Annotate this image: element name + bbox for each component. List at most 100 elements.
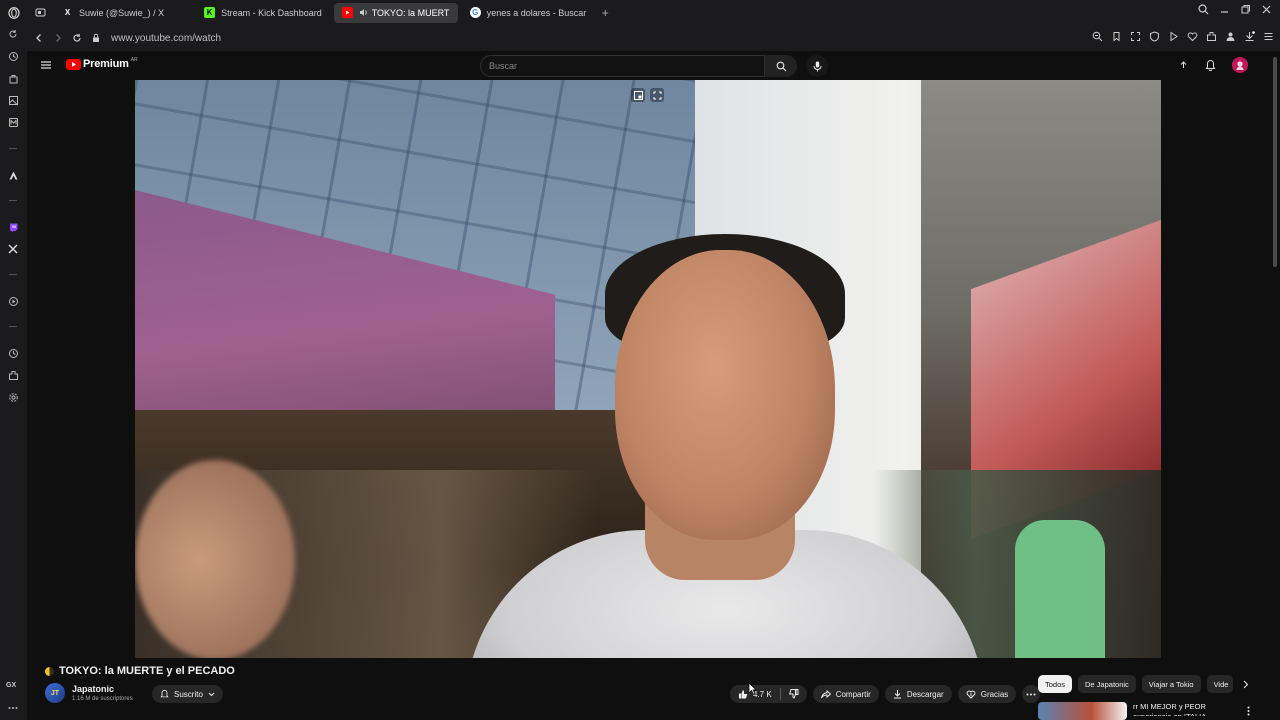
recommended-title[interactable]: rr MI MEJOR y PEOR experiencia en ITALIA bbox=[1133, 702, 1243, 716]
pip-icon[interactable] bbox=[631, 88, 645, 102]
search-input[interactable]: Buscar bbox=[480, 55, 765, 77]
channel-name[interactable]: Japatonic bbox=[72, 684, 133, 694]
chip-todos[interactable]: Todos bbox=[1038, 675, 1073, 693]
header-actions bbox=[1178, 57, 1248, 73]
clock-icon[interactable] bbox=[6, 346, 20, 360]
download-icon[interactable] bbox=[1244, 31, 1255, 42]
url-field[interactable]: www.youtube.com/watch bbox=[111, 33, 221, 44]
moon-emoji-icon bbox=[45, 666, 54, 676]
messenger-icon[interactable] bbox=[6, 115, 20, 129]
upload-icon[interactable] bbox=[1178, 60, 1189, 71]
kick-logo-icon: K bbox=[204, 7, 216, 18]
sidebar-divider bbox=[9, 274, 17, 275]
more-horizontal-icon bbox=[1026, 693, 1036, 696]
chip-de-japatonic[interactable]: De Japatonic bbox=[1078, 675, 1136, 693]
video-actions: 4.7 K Compartir Descargar Gracias bbox=[730, 685, 1041, 703]
chip-viajar-a-tokio[interactable]: Viajar a Tokio bbox=[1141, 675, 1201, 693]
snapshot-icon[interactable] bbox=[1130, 31, 1141, 42]
twitch-icon[interactable] bbox=[6, 220, 20, 234]
tab-label: Suwie (@Suwie_) / X bbox=[79, 7, 165, 18]
super-thanks-icon bbox=[966, 689, 976, 699]
tab-google[interactable]: G yenes a dolares - Buscar bbox=[462, 3, 595, 23]
video-frame-hand bbox=[135, 460, 295, 658]
search-tabs-icon[interactable] bbox=[1198, 4, 1209, 15]
history-icon[interactable] bbox=[6, 49, 20, 63]
recommended-video[interactable]: rr MI MEJOR y PEOR experiencia en ITALIA bbox=[1038, 702, 1243, 720]
speaker-icon[interactable] bbox=[359, 8, 368, 17]
chips-next-button[interactable] bbox=[1239, 675, 1253, 693]
recommended-menu-icon[interactable] bbox=[1247, 706, 1250, 716]
forward-icon[interactable] bbox=[53, 33, 63, 43]
settings-icon[interactable] bbox=[6, 390, 20, 404]
thanks-button[interactable]: Gracias bbox=[957, 685, 1017, 703]
download-button[interactable]: Descargar bbox=[884, 685, 952, 703]
channel-avatar[interactable]: JT bbox=[45, 683, 65, 703]
share-button[interactable]: Compartir bbox=[812, 685, 879, 703]
avatar-character-icon bbox=[1235, 60, 1245, 70]
opera-logo-icon[interactable] bbox=[8, 6, 20, 19]
subscribed-label: Suscrito bbox=[174, 689, 203, 699]
heart-icon[interactable] bbox=[1187, 31, 1198, 42]
snapshot-video-icon[interactable] bbox=[650, 88, 664, 102]
refresh-sidebar-icon[interactable] bbox=[6, 27, 20, 41]
scrollbar-thumb[interactable] bbox=[1273, 57, 1277, 267]
account-avatar[interactable] bbox=[1232, 57, 1248, 73]
player-icon[interactable] bbox=[6, 294, 20, 308]
subscribed-button[interactable]: Suscrito bbox=[152, 685, 223, 703]
back-icon[interactable] bbox=[34, 33, 44, 43]
like-icon[interactable] bbox=[738, 689, 748, 699]
hamburger-menu-icon[interactable] bbox=[40, 59, 52, 71]
zoom-icon[interactable] bbox=[1092, 31, 1103, 42]
minimize-icon[interactable] bbox=[1219, 4, 1230, 15]
download-label: Descargar bbox=[906, 689, 944, 699]
play-icon[interactable] bbox=[1168, 31, 1179, 42]
lock-icon[interactable] bbox=[91, 33, 101, 43]
more-sidebar-icon[interactable] bbox=[6, 701, 20, 715]
youtube-logo-icon bbox=[341, 7, 353, 18]
video-overlay-buttons bbox=[631, 88, 664, 102]
extensions-icon[interactable] bbox=[1206, 31, 1217, 42]
like-divider bbox=[779, 688, 781, 700]
address-bar-tools bbox=[1092, 31, 1274, 42]
recommended-thumbnail[interactable] bbox=[1038, 702, 1127, 720]
extensions-sidebar-icon[interactable] bbox=[6, 368, 20, 382]
reload-icon[interactable] bbox=[72, 33, 82, 43]
microphone-icon bbox=[813, 61, 822, 72]
x-sidebar-icon[interactable] bbox=[6, 242, 20, 256]
maximize-icon[interactable] bbox=[1240, 4, 1251, 15]
notifications-bell-icon[interactable] bbox=[1205, 59, 1216, 71]
tab-kick[interactable]: K Stream - Kick Dashboard bbox=[196, 3, 330, 23]
new-tab-button[interactable]: + bbox=[596, 4, 614, 22]
bag-icon[interactable] bbox=[6, 71, 20, 85]
dislike-icon[interactable] bbox=[788, 689, 799, 699]
video-title-text: TOKYO: la MUERTE y el PECADO bbox=[59, 665, 235, 677]
video-player[interactable] bbox=[135, 80, 1161, 658]
wallpaper-icon[interactable] bbox=[6, 93, 20, 107]
search-button[interactable] bbox=[765, 55, 797, 77]
aria-icon[interactable] bbox=[6, 168, 20, 182]
video-frame-presenter bbox=[465, 190, 985, 658]
bookmark-icon[interactable] bbox=[1111, 31, 1122, 42]
youtube-logo[interactable]: Premium AR bbox=[66, 57, 138, 70]
tab-label: yenes a dolares - Buscar bbox=[486, 7, 587, 18]
profile-icon[interactable] bbox=[1225, 31, 1236, 42]
video-frame-person-green bbox=[1015, 520, 1105, 658]
chip-videos[interactable]: Vide bbox=[1206, 675, 1233, 693]
related-filter-chips: Todos De Japatonic Viajar a Tokio Vide bbox=[1038, 675, 1253, 693]
tab-youtube-active[interactable]: TOKYO: la MUERT bbox=[333, 2, 458, 23]
google-logo-icon: G bbox=[469, 7, 481, 18]
thanks-label: Gracias bbox=[980, 689, 1009, 699]
tab-islands-icon[interactable] bbox=[35, 7, 46, 18]
search-icon bbox=[776, 61, 787, 72]
download-video-icon bbox=[893, 689, 902, 699]
tab-x[interactable]: X Suwie (@Suwie_) / X bbox=[54, 3, 172, 23]
page-scrollbar[interactable] bbox=[1270, 51, 1280, 720]
gx-label[interactable]: GX bbox=[6, 682, 16, 689]
easy-setup-icon[interactable] bbox=[1263, 31, 1274, 42]
close-window-icon[interactable] bbox=[1261, 4, 1272, 15]
region-label: AR bbox=[130, 57, 138, 63]
sidebar-divider bbox=[9, 326, 17, 327]
channel-info: JT Japatonic 1.16 M de suscriptores bbox=[45, 683, 133, 703]
voice-search-button[interactable] bbox=[806, 55, 828, 77]
shield-icon[interactable] bbox=[1149, 31, 1160, 42]
